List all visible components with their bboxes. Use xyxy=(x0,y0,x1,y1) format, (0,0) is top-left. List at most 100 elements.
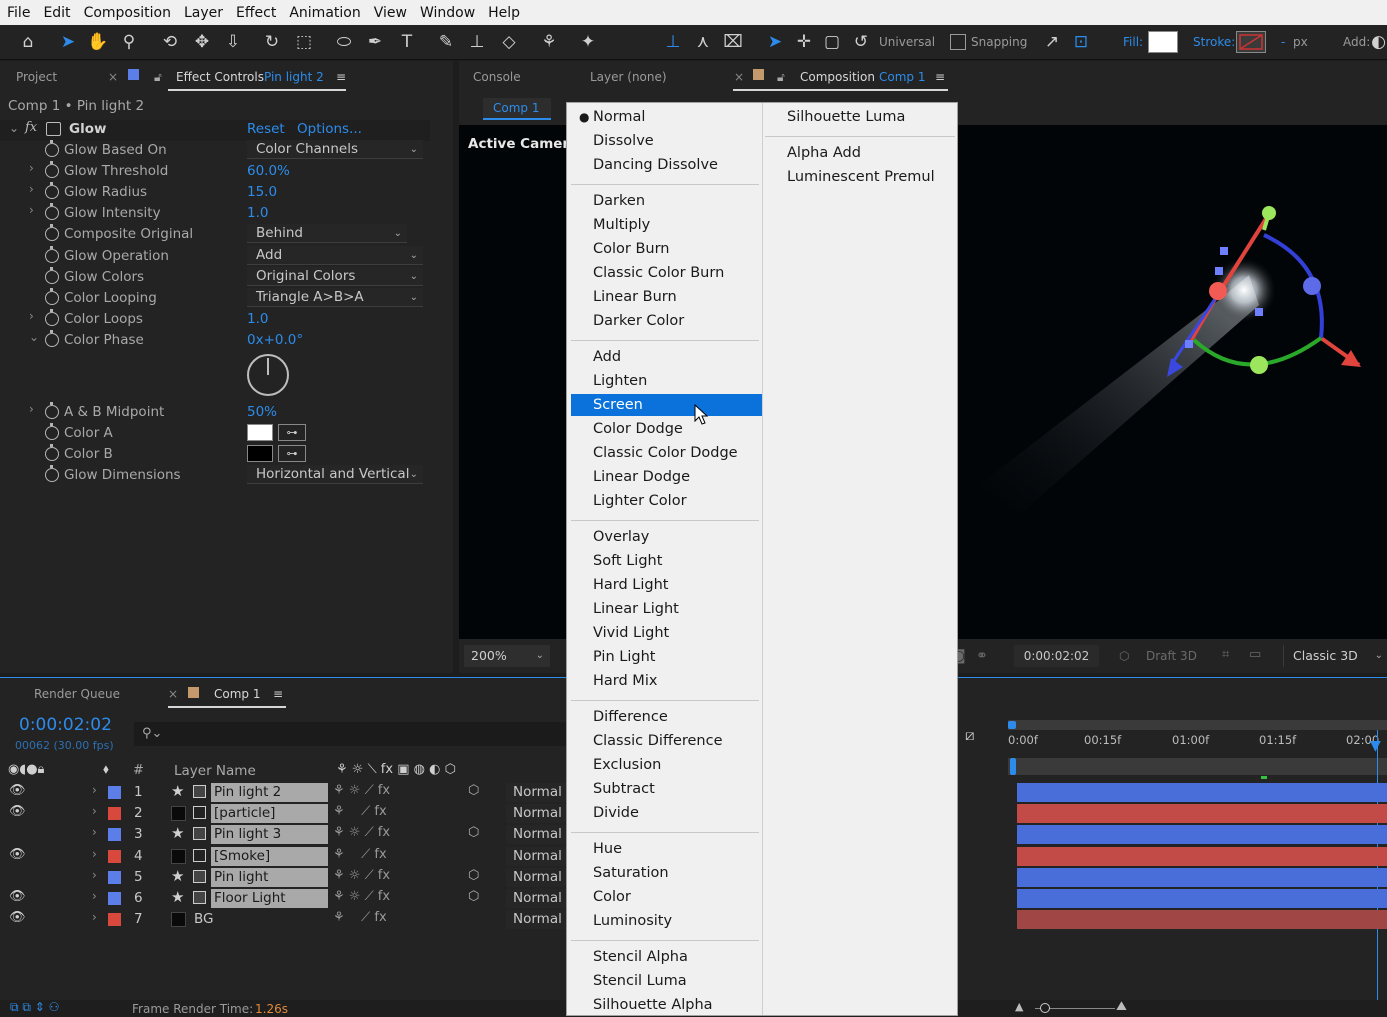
close-icon[interactable]: × xyxy=(168,687,178,701)
layer-switches[interactable]: ⚘ ☼ ⟋ fx xyxy=(333,825,390,840)
layer-row[interactable]: › 3 ★ Pin light 3 ⚘ ☼ ⟋ fx ⬡ Normal xyxy=(0,824,567,845)
zoom-slider-thumb[interactable] xyxy=(1040,1003,1050,1013)
stopwatch-icon[interactable] xyxy=(45,308,59,326)
ground-plane-icon[interactable]: ⌗ xyxy=(1222,647,1229,662)
label-color[interactable] xyxy=(108,870,121,884)
3d-layer-icon[interactable]: ⬡ xyxy=(468,868,479,883)
3d-move-icon[interactable]: ✛ xyxy=(792,30,816,54)
handle-square-4[interactable] xyxy=(1185,340,1193,348)
tab-layer[interactable]: Layer (none) xyxy=(590,70,667,84)
prop-dropdown[interactable]: Add ⌄ xyxy=(247,245,423,265)
twirl-open-icon[interactable]: ⌄ xyxy=(9,121,19,135)
layer-row[interactable]: › 5 ★ Pin light ⚘ ☼ ⟋ fx ⬡ Normal xyxy=(0,867,567,888)
layer-duration-bar[interactable] xyxy=(1017,846,1387,866)
layer-duration-bar[interactable] xyxy=(1017,889,1387,908)
layer-row[interactable]: 👁︎ › 6 ★ Floor Light ⚘ ☼ ⟋ fx ⬡ Normal xyxy=(0,888,567,909)
clone-stamp-icon[interactable]: ⊥ xyxy=(465,30,489,54)
fill-swatch[interactable] xyxy=(1148,31,1178,53)
handle-square-2[interactable] xyxy=(1215,267,1223,275)
menu-animation[interactable]: Animation xyxy=(282,5,366,21)
twirl-icon[interactable]: › xyxy=(92,783,97,797)
layer-switches[interactable]: ⚘ ⟋ fx xyxy=(333,910,387,925)
layer-duration-bar[interactable] xyxy=(1017,825,1387,845)
stopwatch-icon[interactable] xyxy=(45,224,59,242)
layer-switches[interactable]: ⚘ ☼ ⟋ fx xyxy=(333,889,390,904)
visibility-eye-icon[interactable]: 👁︎ xyxy=(9,847,26,862)
twirl-icon[interactable]: › xyxy=(29,161,34,175)
layer-name[interactable]: Pin light 2 xyxy=(211,783,328,802)
twirl-icon[interactable]: › xyxy=(29,182,34,196)
tab-render-queue[interactable]: Render Queue xyxy=(34,687,120,701)
stroke-swatch[interactable] xyxy=(1236,31,1266,53)
layer-duration-bar[interactable] xyxy=(1017,910,1387,930)
work-area-bar[interactable] xyxy=(1008,720,1387,730)
layer-name[interactable]: [Smoke] xyxy=(211,846,328,866)
stopwatch-icon[interactable] xyxy=(45,329,59,347)
handle-square-3[interactable] xyxy=(1255,308,1263,316)
color-swatch[interactable] xyxy=(247,424,273,442)
3d-select-icon[interactable]: ➤ xyxy=(763,30,787,54)
menu-item-classic-color-burn[interactable]: Classic Color Burn xyxy=(571,262,762,284)
menu-item-darker-color[interactable]: Darker Color xyxy=(571,310,762,332)
menu-item-saturation[interactable]: Saturation xyxy=(571,862,762,884)
add-menu-icon[interactable]: ◐ xyxy=(1370,30,1387,54)
menu-item-multiply[interactable]: Multiply xyxy=(571,214,762,236)
visibility-eye-icon[interactable]: 👁︎ xyxy=(9,804,26,819)
rotation-tool-icon[interactable]: ↻ xyxy=(260,30,284,54)
show-snapshot-icon[interactable]: ⚭ xyxy=(976,648,988,664)
tab-console[interactable]: Console xyxy=(473,70,521,84)
menu-item-pin-light[interactable]: Pin Light xyxy=(571,646,762,668)
zoom-dropdown[interactable]: 200% ⌄ xyxy=(464,645,550,667)
layer-name[interactable]: BG xyxy=(191,910,328,929)
view-axis-icon[interactable]: ⌧ xyxy=(721,30,745,54)
snapping-checkbox[interactable] xyxy=(950,34,966,50)
handle-green-2[interactable] xyxy=(1250,356,1268,374)
hand-tool-icon[interactable]: ✋ xyxy=(86,30,110,54)
twirl-icon[interactable]: › xyxy=(92,804,97,818)
menu-item-alpha-add[interactable]: Alpha Add xyxy=(787,142,861,164)
fx-icon[interactable]: fx xyxy=(25,120,37,135)
blend-mode-dropdown[interactable]: Normal xyxy=(506,846,567,866)
layer-name[interactable]: [particle] xyxy=(211,804,328,824)
menu-item-luminosity[interactable]: Luminosity xyxy=(571,910,762,932)
menu-item-stencil-alpha[interactable]: Stencil Alpha xyxy=(571,946,762,968)
twirl-icon[interactable]: › xyxy=(92,889,97,903)
stopwatch-icon[interactable] xyxy=(45,266,59,284)
stopwatch-icon[interactable] xyxy=(45,245,59,263)
tab-composition[interactable]: Composition xyxy=(800,70,875,84)
panel-menu-icon[interactable]: ≡ xyxy=(935,70,945,84)
blend-mode-dropdown[interactable]: Normal xyxy=(506,910,567,930)
layer-name[interactable]: Pin light 3 xyxy=(211,825,328,845)
layer-switches[interactable]: ⚘ ⟋ fx xyxy=(333,847,387,862)
col-layer-name[interactable]: Layer Name xyxy=(174,763,256,779)
prop-value[interactable]: 0x+0.0° xyxy=(247,332,303,348)
color-swatch[interactable] xyxy=(247,445,273,463)
layer-switches[interactable]: ⚘ ☼ ⟋ fx xyxy=(333,783,390,798)
menu-item-color-burn[interactable]: Color Burn xyxy=(571,238,762,260)
label-color[interactable] xyxy=(108,849,121,863)
twirl-icon[interactable]: › xyxy=(29,309,34,323)
layer-switches[interactable]: ⚘ ☼ ⟋ fx xyxy=(333,868,390,883)
stopwatch-icon[interactable] xyxy=(45,444,59,462)
stopwatch-icon[interactable] xyxy=(45,161,59,179)
snap-grid-icon[interactable]: ⊡ xyxy=(1069,30,1093,54)
menu-item-silhouette-luma[interactable]: Silhouette Luma xyxy=(787,106,905,128)
options-link[interactable]: Options... xyxy=(297,121,362,137)
visibility-eye-icon[interactable]: 👁︎ xyxy=(9,783,26,798)
layer-row[interactable]: 👁︎ › 2 [particle] ⚘ ⟋ fx Normal xyxy=(0,803,567,824)
stopwatch-icon[interactable] xyxy=(45,182,59,200)
visibility-eye-icon[interactable]: 👁︎ xyxy=(9,889,26,904)
twirl-icon[interactable]: › xyxy=(92,868,97,882)
menu-item-stencil-luma[interactable]: Stencil Luma xyxy=(571,970,762,992)
menu-item-classic-color-dodge[interactable]: Classic Color Dodge xyxy=(571,442,762,464)
comp-subtab[interactable]: Comp 1 xyxy=(483,98,551,120)
pen-tool-icon[interactable]: ✒ xyxy=(363,30,387,54)
zoom-out-icon[interactable]: ▲ xyxy=(1015,1000,1023,1013)
label-color[interactable] xyxy=(108,913,121,927)
menu-item-hue[interactable]: Hue xyxy=(571,838,762,860)
close-icon[interactable]: × xyxy=(734,70,744,84)
close-icon[interactable]: × xyxy=(108,70,118,84)
tab-comp-name[interactable]: Comp 1 xyxy=(879,70,925,84)
comp-flowchart-icon[interactable]: ⧄ xyxy=(965,726,975,744)
layer-switches[interactable]: ⚘ ⟋ fx xyxy=(333,804,387,819)
